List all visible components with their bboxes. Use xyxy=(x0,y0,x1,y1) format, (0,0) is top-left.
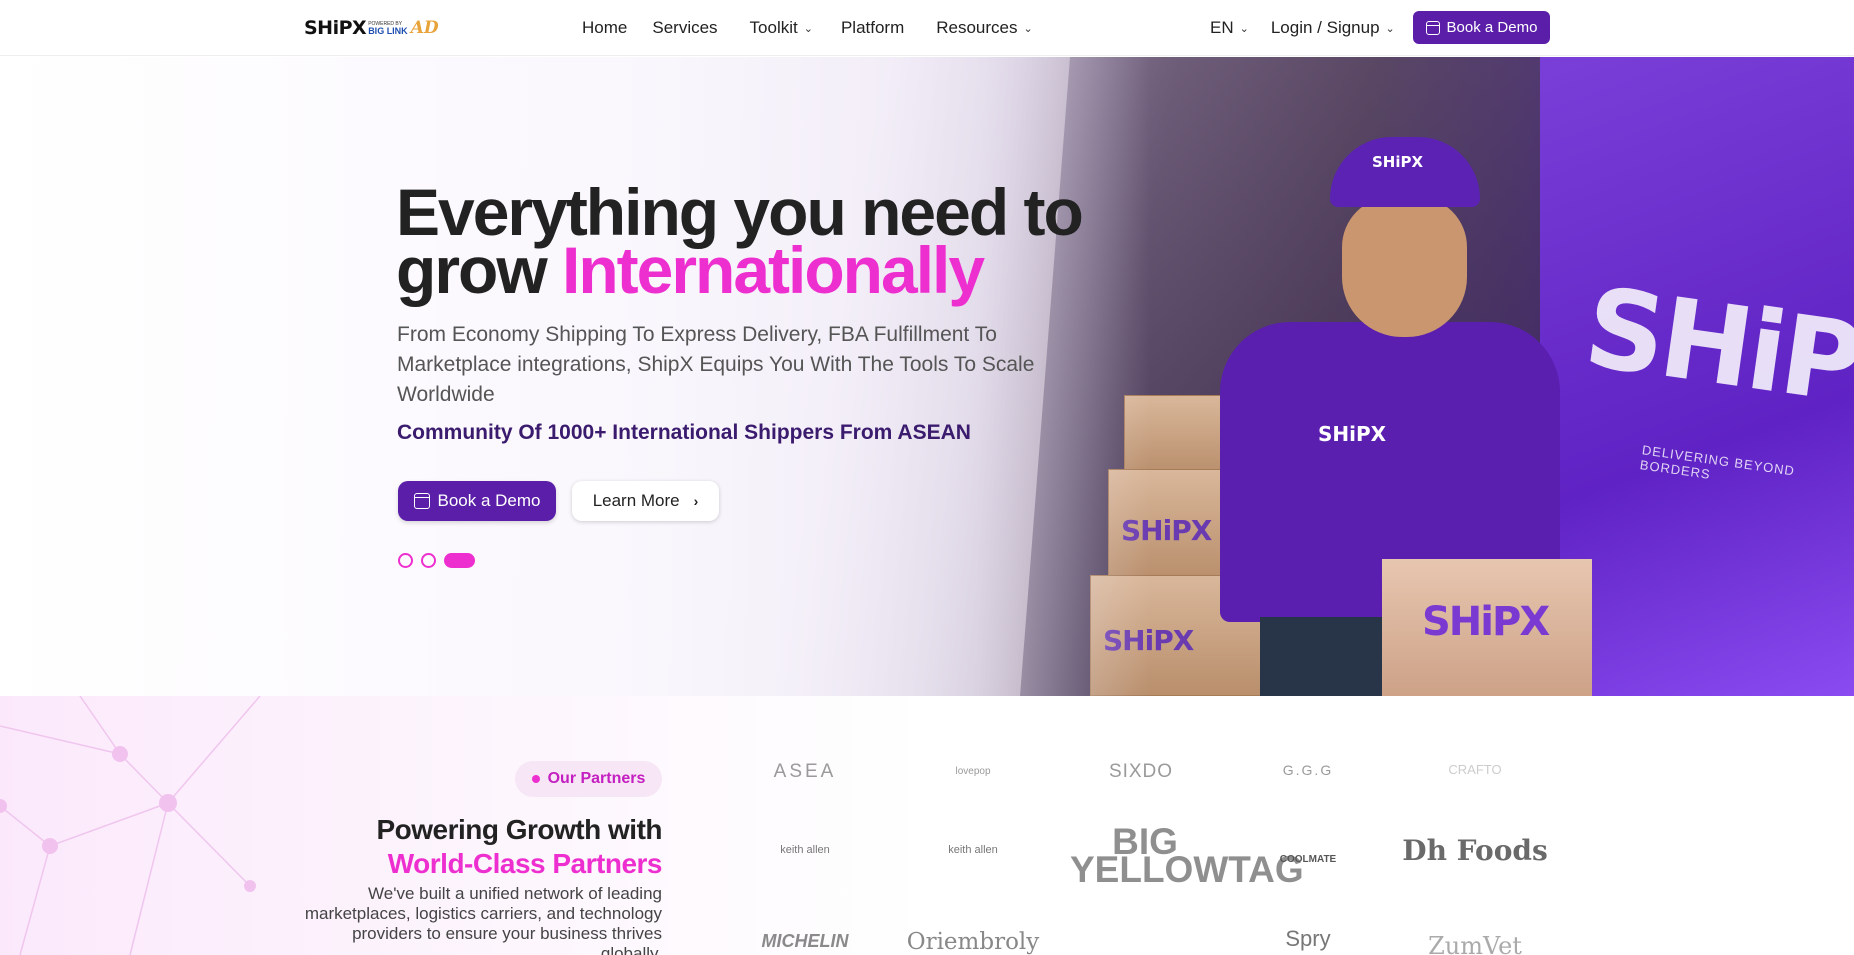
logo-wordmark: SHiPX xyxy=(304,17,367,39)
carousel-indicators xyxy=(398,553,475,568)
partner-logo: keith allen xyxy=(948,844,998,856)
hero-title-accent: Internationally xyxy=(562,233,985,307)
chevron-down-icon: ⌄ xyxy=(803,22,813,35)
hero-subtitle: From Economy Shipping To Express Deliver… xyxy=(397,323,1035,406)
main-menu: Home Services Toolkit ⌄ Platform Resource… xyxy=(582,0,1033,56)
chevron-down-icon: ⌄ xyxy=(1385,22,1395,35)
carousel-dot-1[interactable] xyxy=(398,553,413,568)
carousel-dot-3-active[interactable] xyxy=(444,553,475,568)
partner-logo: BIG YELLOWTAG xyxy=(1070,821,1304,890)
partner-logo: ASEA xyxy=(773,761,837,782)
top-navbar: SHiPX POWERED BY BIG LINK AD Home Servic… xyxy=(0,0,1854,56)
hero-title: Everything you need to grow Internationa… xyxy=(396,175,1084,307)
partner-logo: ZumVet xyxy=(1428,932,1522,955)
nav-platform[interactable]: Platform xyxy=(841,18,904,38)
chevron-right-icon: › xyxy=(693,493,699,509)
partner-logo: MICHELIN xyxy=(761,931,849,951)
network-pattern xyxy=(0,696,261,955)
partner-logo: SIXDO xyxy=(1108,761,1174,782)
partner-logo: COOLMATE xyxy=(1279,854,1337,865)
nav-services[interactable]: Services xyxy=(652,18,717,38)
nav-toolkit[interactable]: Toolkit ⌄ xyxy=(750,18,813,38)
partner-logo: CRAFTO xyxy=(1448,762,1502,777)
nav-actions: EN ⌄ Login / Signup ⌄ xyxy=(1210,0,1395,56)
calendar-icon xyxy=(413,493,430,509)
login-signup-menu[interactable]: Login / Signup ⌄ xyxy=(1271,18,1395,38)
hero-community-text: Community Of 1000+ International Shipper… xyxy=(397,421,971,444)
partner-logo: Dh Foods xyxy=(1402,834,1548,867)
partner-logo: G.G.G xyxy=(1282,762,1334,778)
partner-logo: Oriembroly xyxy=(906,929,1040,955)
partners-section: Our Partners Powering Growth with World-… xyxy=(0,696,1854,955)
hero-book-demo-button[interactable]: Book a Demo xyxy=(398,481,556,521)
learn-more-button[interactable]: Learn More › xyxy=(572,481,719,521)
partner-logo: lovepop xyxy=(955,766,991,777)
nav-resources[interactable]: Resources ⌄ xyxy=(936,18,1032,38)
chevron-down-icon: ⌄ xyxy=(1239,22,1249,35)
language-selector[interactable]: EN ⌄ xyxy=(1210,18,1249,38)
partners-description: We've built a unified network of leading… xyxy=(304,884,662,955)
nav-book-demo-button[interactable]: Book a Demo xyxy=(1413,11,1550,44)
hero-photo-courier: SHiPX SHiPX SHiPX xyxy=(1120,97,1592,696)
partners-heading: Powering Growth with World-Class Partner… xyxy=(376,814,662,879)
chevron-down-icon: ⌄ xyxy=(1023,22,1033,35)
carousel-dot-2[interactable] xyxy=(421,553,436,568)
ad-logo: AD xyxy=(410,18,439,38)
nav-home[interactable]: Home xyxy=(582,18,627,38)
shipx-logo[interactable]: SHiPX POWERED BY BIG LINK AD xyxy=(304,12,439,44)
partner-logo: Spry xyxy=(1285,926,1331,951)
logo-powered-by: POWERED BY BIG LINK xyxy=(368,20,408,36)
partners-badge: Our Partners xyxy=(515,761,662,797)
calendar-icon xyxy=(1425,20,1440,35)
partner-logo: keith allen xyxy=(780,844,830,856)
